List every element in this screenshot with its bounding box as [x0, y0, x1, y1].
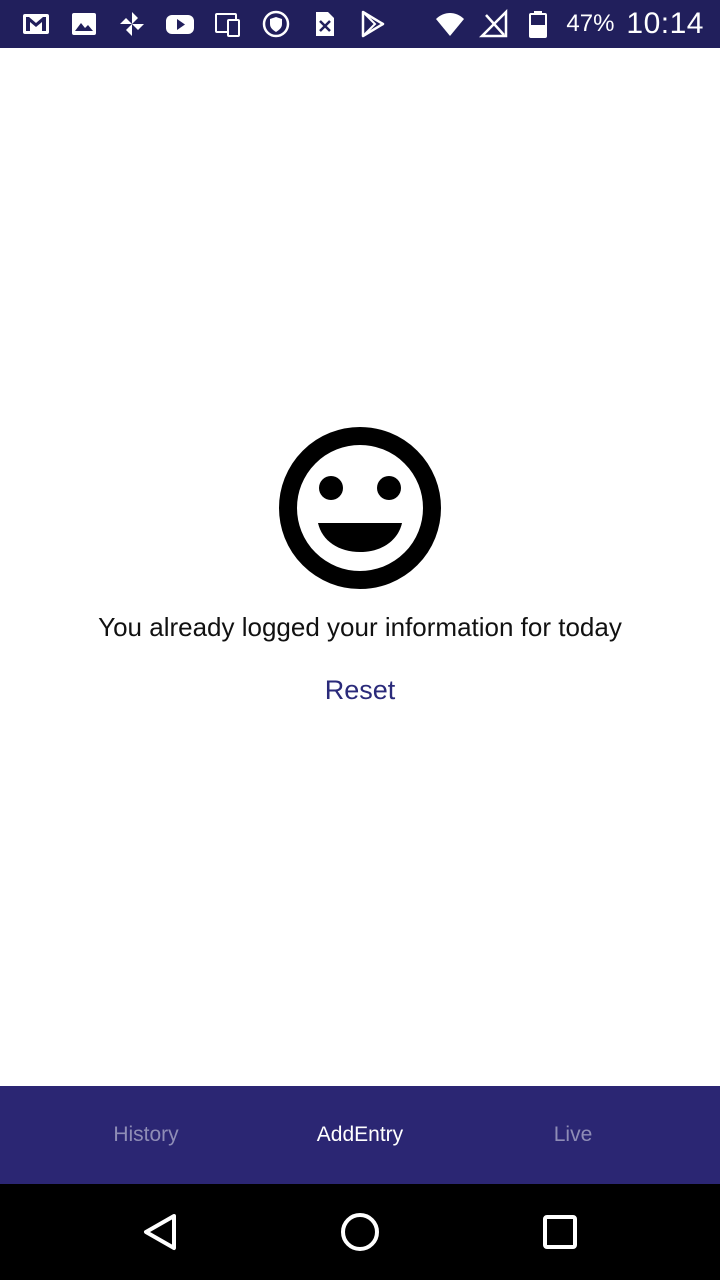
pinwheel-icon	[116, 8, 148, 40]
battery-percentage: 47%	[566, 10, 615, 37]
reset-button[interactable]: Reset	[300, 666, 420, 714]
back-icon[interactable]	[136, 1208, 184, 1256]
system-navigation-bar	[0, 1184, 720, 1280]
bottom-tab-bar: History AddEntry Live	[0, 1086, 720, 1184]
notification-icons	[0, 8, 388, 40]
tab-history[interactable]: History	[46, 1086, 246, 1184]
home-icon[interactable]	[336, 1208, 384, 1256]
tab-live[interactable]: Live	[473, 1086, 673, 1184]
youtube-icon	[164, 8, 196, 40]
gallery-icon	[68, 8, 100, 40]
shield-icon	[260, 8, 292, 40]
tab-addentry[interactable]: AddEntry	[260, 1086, 460, 1184]
wifi-icon	[434, 8, 466, 40]
device-icon	[212, 8, 244, 40]
recent-apps-icon[interactable]	[536, 1208, 584, 1256]
status-bar: 47% 10:14	[0, 0, 720, 48]
system-status: 47% 10:14	[434, 0, 704, 48]
main-content: You already logged your information for …	[0, 48, 720, 1086]
play-store-icon	[356, 8, 388, 40]
battery-icon	[522, 8, 554, 40]
gmail-icon	[20, 8, 52, 40]
logged-message: You already logged your information for …	[98, 612, 622, 642]
sim-card-icon	[308, 8, 340, 40]
no-signal-icon	[478, 8, 510, 40]
smiley-face-icon	[278, 426, 442, 590]
clock: 10:14	[626, 7, 704, 40]
